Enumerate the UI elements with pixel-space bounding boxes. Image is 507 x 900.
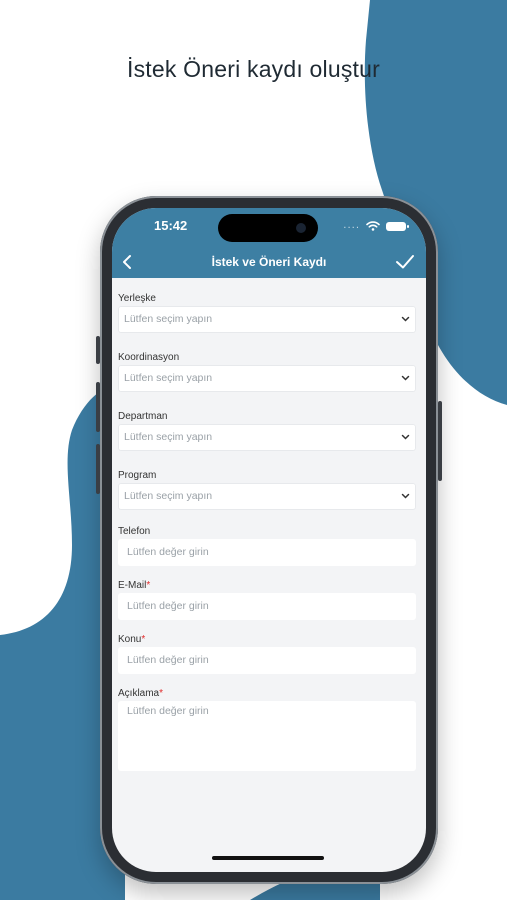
field-label: Departman bbox=[118, 411, 168, 422]
screen-title: İstek ve Öneri Kaydı bbox=[211, 255, 327, 269]
camera-icon bbox=[296, 223, 306, 233]
side-button-mute bbox=[96, 336, 100, 364]
input-placeholder: Lütfen değer girin bbox=[127, 600, 209, 612]
chevron-down-icon bbox=[401, 375, 410, 381]
chevron-down-icon bbox=[401, 493, 410, 499]
field-label: Telefon bbox=[118, 526, 151, 537]
field-aciklama: Açıklama* Lütfen değer girin bbox=[118, 687, 416, 771]
field-label: E-Mail* bbox=[118, 579, 416, 593]
select-placeholder: Lütfen seçim yapın bbox=[124, 313, 213, 325]
status-time: 15:42 bbox=[154, 218, 188, 233]
field-konu: Konu* Lütfen değer girin bbox=[118, 633, 416, 674]
signal-dots: .... bbox=[343, 220, 360, 231]
wifi-icon bbox=[366, 221, 380, 231]
aciklama-textarea[interactable]: Lütfen değer girin bbox=[118, 701, 416, 771]
yerleske-select[interactable]: Lütfen seçim yapın bbox=[118, 306, 416, 333]
side-button-volume-up bbox=[96, 382, 100, 432]
field-email: E-Mail* Lütfen değer girin bbox=[118, 579, 416, 620]
field-yerleske: Yerleşke Lütfen seçim yapın bbox=[118, 292, 416, 333]
status-icons: .... bbox=[343, 220, 409, 232]
field-label: Açıklama* bbox=[118, 687, 416, 701]
select-placeholder: Lütfen seçim yapın bbox=[124, 431, 213, 443]
checkmark-icon[interactable] bbox=[394, 252, 416, 272]
departman-select[interactable]: Lütfen seçim yapın bbox=[118, 424, 416, 451]
phone-screen: 15:42 .... İstek ve Öneri Kaydı Yerleşke… bbox=[112, 208, 426, 872]
dynamic-island bbox=[218, 214, 318, 242]
required-mark: * bbox=[146, 580, 151, 591]
side-button-volume-down bbox=[96, 444, 100, 494]
phone-frame: 15:42 .... İstek ve Öneri Kaydı Yerleşke… bbox=[96, 196, 442, 884]
side-button-power bbox=[438, 401, 442, 481]
konu-input[interactable]: Lütfen değer girin bbox=[118, 647, 416, 674]
program-select[interactable]: Lütfen seçim yapın bbox=[118, 483, 416, 510]
koordinasyon-select[interactable]: Lütfen seçim yapın bbox=[118, 365, 416, 392]
required-mark: * bbox=[141, 634, 146, 645]
telefon-input[interactable]: Lütfen değer girin bbox=[118, 539, 416, 566]
home-indicator[interactable] bbox=[212, 856, 324, 860]
label-text: Açıklama bbox=[118, 688, 160, 699]
select-placeholder: Lütfen seçim yapın bbox=[124, 372, 213, 384]
field-label: Yerleşke bbox=[118, 293, 156, 304]
label-text: Konu bbox=[118, 634, 142, 645]
chevron-down-icon bbox=[401, 316, 410, 322]
input-placeholder: Lütfen değer girin bbox=[127, 654, 209, 666]
select-placeholder: Lütfen seçim yapın bbox=[124, 490, 213, 502]
field-departman: Departman Lütfen seçim yapın bbox=[118, 410, 416, 451]
field-telefon: Telefon Lütfen değer girin bbox=[118, 525, 416, 566]
request-form: Yerleşke Lütfen seçim yapın Koordinasyon… bbox=[118, 292, 416, 771]
field-label: Program bbox=[118, 470, 157, 481]
field-koordinasyon: Koordinasyon Lütfen seçim yapın bbox=[118, 351, 416, 392]
page-headline: İstek Öneri kaydı oluştur bbox=[127, 56, 380, 82]
field-label: Konu* bbox=[118, 633, 416, 647]
battery-icon bbox=[386, 221, 409, 231]
email-input[interactable]: Lütfen değer girin bbox=[118, 593, 416, 620]
field-program: Program Lütfen seçim yapın bbox=[118, 469, 416, 510]
chevron-down-icon bbox=[401, 434, 410, 440]
label-text: E-Mail bbox=[118, 580, 147, 591]
required-mark: * bbox=[159, 688, 164, 699]
input-placeholder: Lütfen değer girin bbox=[127, 546, 209, 558]
textarea-placeholder: Lütfen değer girin bbox=[127, 705, 209, 717]
field-label: Koordinasyon bbox=[118, 352, 180, 363]
